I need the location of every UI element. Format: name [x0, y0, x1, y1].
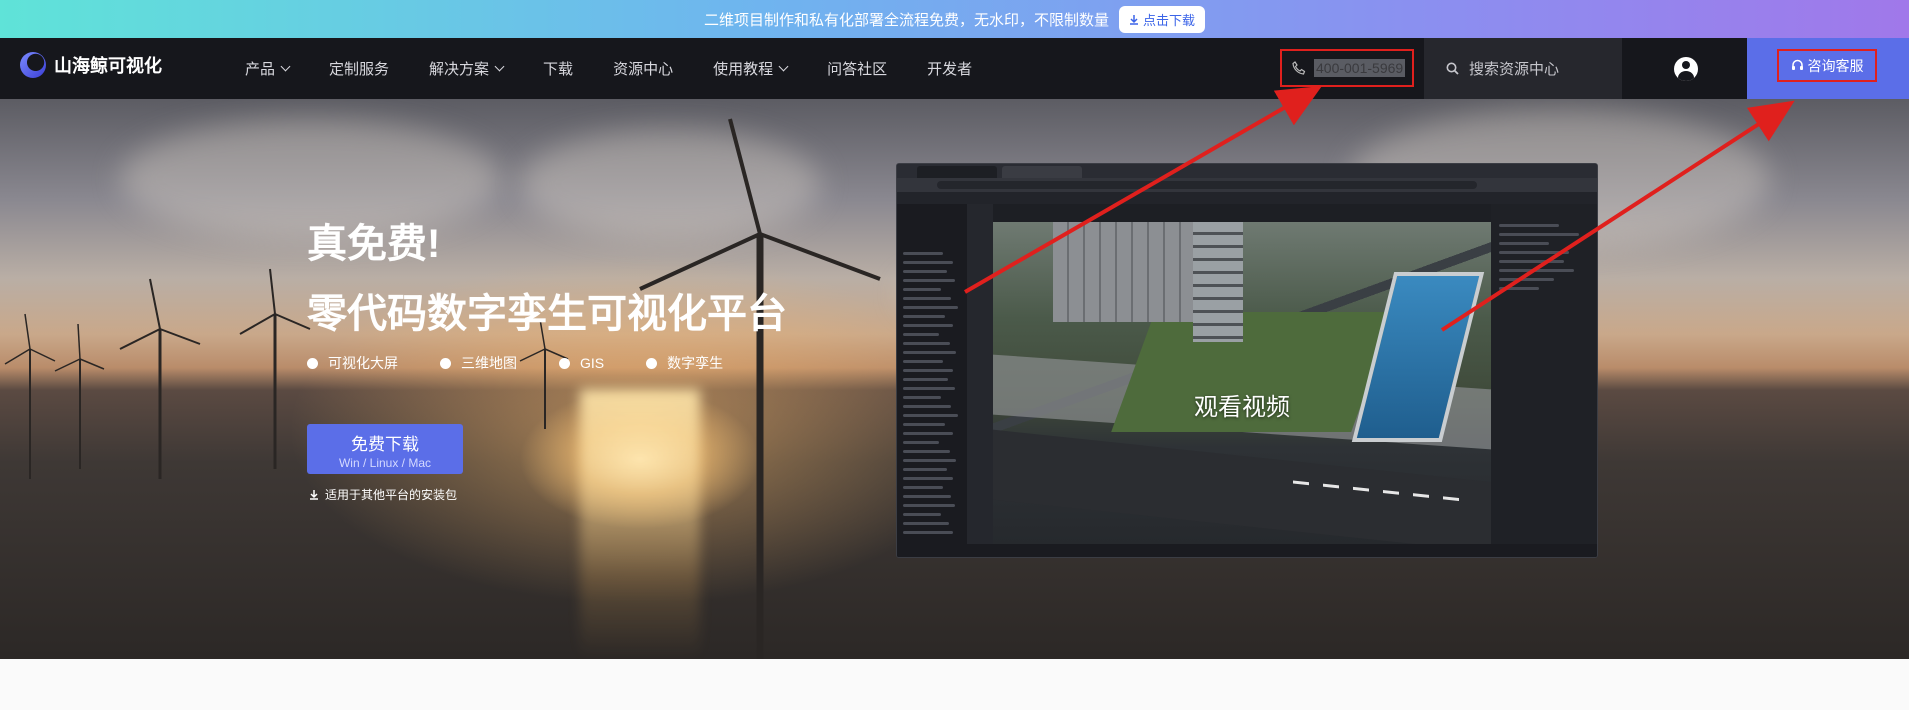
phone-number[interactable]: 400-001-5969	[1280, 49, 1414, 87]
feature-item: 三维地图	[440, 353, 517, 373]
search-placeholder: 搜索资源中心	[1469, 61, 1560, 78]
promo-button-label: 点击下载	[1143, 12, 1196, 28]
bullet-icon	[646, 357, 658, 369]
logo[interactable]: 山海鲸可视化	[20, 52, 162, 78]
nav-item-label: 产品	[245, 61, 276, 78]
other-platforms-label: 适用于其他平台的安装包	[325, 488, 458, 502]
feature-label: 可视化大屏	[328, 355, 398, 371]
nav-item-label: 资源中心	[613, 61, 674, 78]
nav-item-label: 使用教程	[713, 61, 774, 78]
nav-item-resources[interactable]: 资源中心	[613, 58, 673, 79]
main-menu: 产品 定制服务 解决方案 下载 资源中心 使用教程 问答社区 开发者	[245, 38, 1012, 99]
service-label: 咨询客服	[1807, 57, 1864, 74]
chevron-down-icon	[494, 61, 505, 72]
bullet-icon	[307, 357, 318, 369]
promo-text: 二维项目制作和私有化部署全流程免费，无水印，不限制数量	[703, 11, 1109, 29]
bullet-icon	[559, 357, 570, 369]
chevron-down-icon	[280, 61, 291, 72]
nav-item-label: 问答社区	[827, 61, 888, 78]
nav-item-developers[interactable]: 开发者	[927, 58, 972, 79]
logo-icon	[20, 52, 46, 78]
nav-item-label: 开发者	[927, 61, 973, 78]
top-nav: 山海鲸可视化 产品 定制服务 解决方案 下载 资源中心 使用教程 问答社区 开发…	[0, 38, 1909, 99]
feature-item: 数字孪生	[646, 353, 723, 373]
nav-item-product[interactable]: 产品	[245, 58, 291, 79]
free-download-button[interactable]: 免费下载 Win / Linux / Mac	[307, 424, 463, 474]
nav-item-label: 下载	[543, 61, 574, 78]
watch-video-label: 观看视频	[1194, 394, 1290, 421]
nav-item-download[interactable]: 下载	[543, 58, 573, 79]
feature-label: GIS	[580, 355, 605, 371]
promo-download-button[interactable]: 点击下载	[1119, 5, 1206, 33]
3d-scene-preview	[993, 222, 1491, 544]
editor-layer-panel	[897, 204, 967, 557]
customer-service-button[interactable]: 咨询客服	[1777, 49, 1877, 82]
search-box[interactable]: 搜索资源中心	[1424, 38, 1622, 99]
nav-item-community[interactable]: 问答社区	[827, 58, 887, 79]
headset-icon	[1791, 59, 1803, 70]
download-button-label: 免费下载	[351, 435, 419, 454]
page-content-area	[0, 659, 1909, 710]
user-avatar-icon[interactable]	[1674, 57, 1698, 81]
download-icon	[1130, 14, 1138, 25]
download-button-platforms: Win / Linux / Mac	[338, 456, 432, 470]
search-icon	[1446, 62, 1459, 75]
service-panel: 咨询客服	[1747, 38, 1909, 99]
phone-text: 400-001-5969	[1314, 59, 1406, 77]
chevron-down-icon	[778, 61, 789, 72]
nav-item-label: 定制服务	[329, 61, 390, 78]
phone-icon	[1292, 61, 1306, 75]
hero-section: 真免费! 零代码数字孪生可视化平台 可视化大屏 三维地图 GIS 数字孪生 免费…	[0, 99, 1909, 659]
bullet-icon	[440, 357, 451, 369]
video-preview[interactable]: 观看视频	[897, 164, 1597, 557]
feature-item: GIS	[559, 353, 604, 373]
editor-properties-panel	[1491, 204, 1597, 557]
nav-item-solutions[interactable]: 解决方案	[429, 58, 505, 79]
feature-label: 数字孪生	[667, 355, 724, 371]
hero-title: 真免费!	[307, 222, 441, 266]
editor-toolbar	[967, 204, 993, 557]
browser-tab-bar	[897, 164, 1597, 178]
nav-item-custom-service[interactable]: 定制服务	[329, 58, 389, 79]
hero-subtitle: 零代码数字孪生可视化平台	[307, 292, 787, 336]
feature-list: 可视化大屏 三维地图 GIS 数字孪生	[307, 353, 765, 373]
logo-text: 山海鲸可视化	[54, 56, 162, 76]
download-icon	[310, 490, 318, 500]
feature-label: 三维地图	[461, 355, 517, 371]
nav-item-label: 解决方案	[429, 61, 490, 78]
other-platforms-link[interactable]: 适用于其他平台的安装包	[309, 486, 457, 503]
promo-banner: 二维项目制作和私有化部署全流程免费，无水印，不限制数量 点击下载	[0, 0, 1909, 38]
feature-item: 可视化大屏	[307, 353, 398, 373]
nav-item-tutorials[interactable]: 使用教程	[713, 58, 789, 79]
